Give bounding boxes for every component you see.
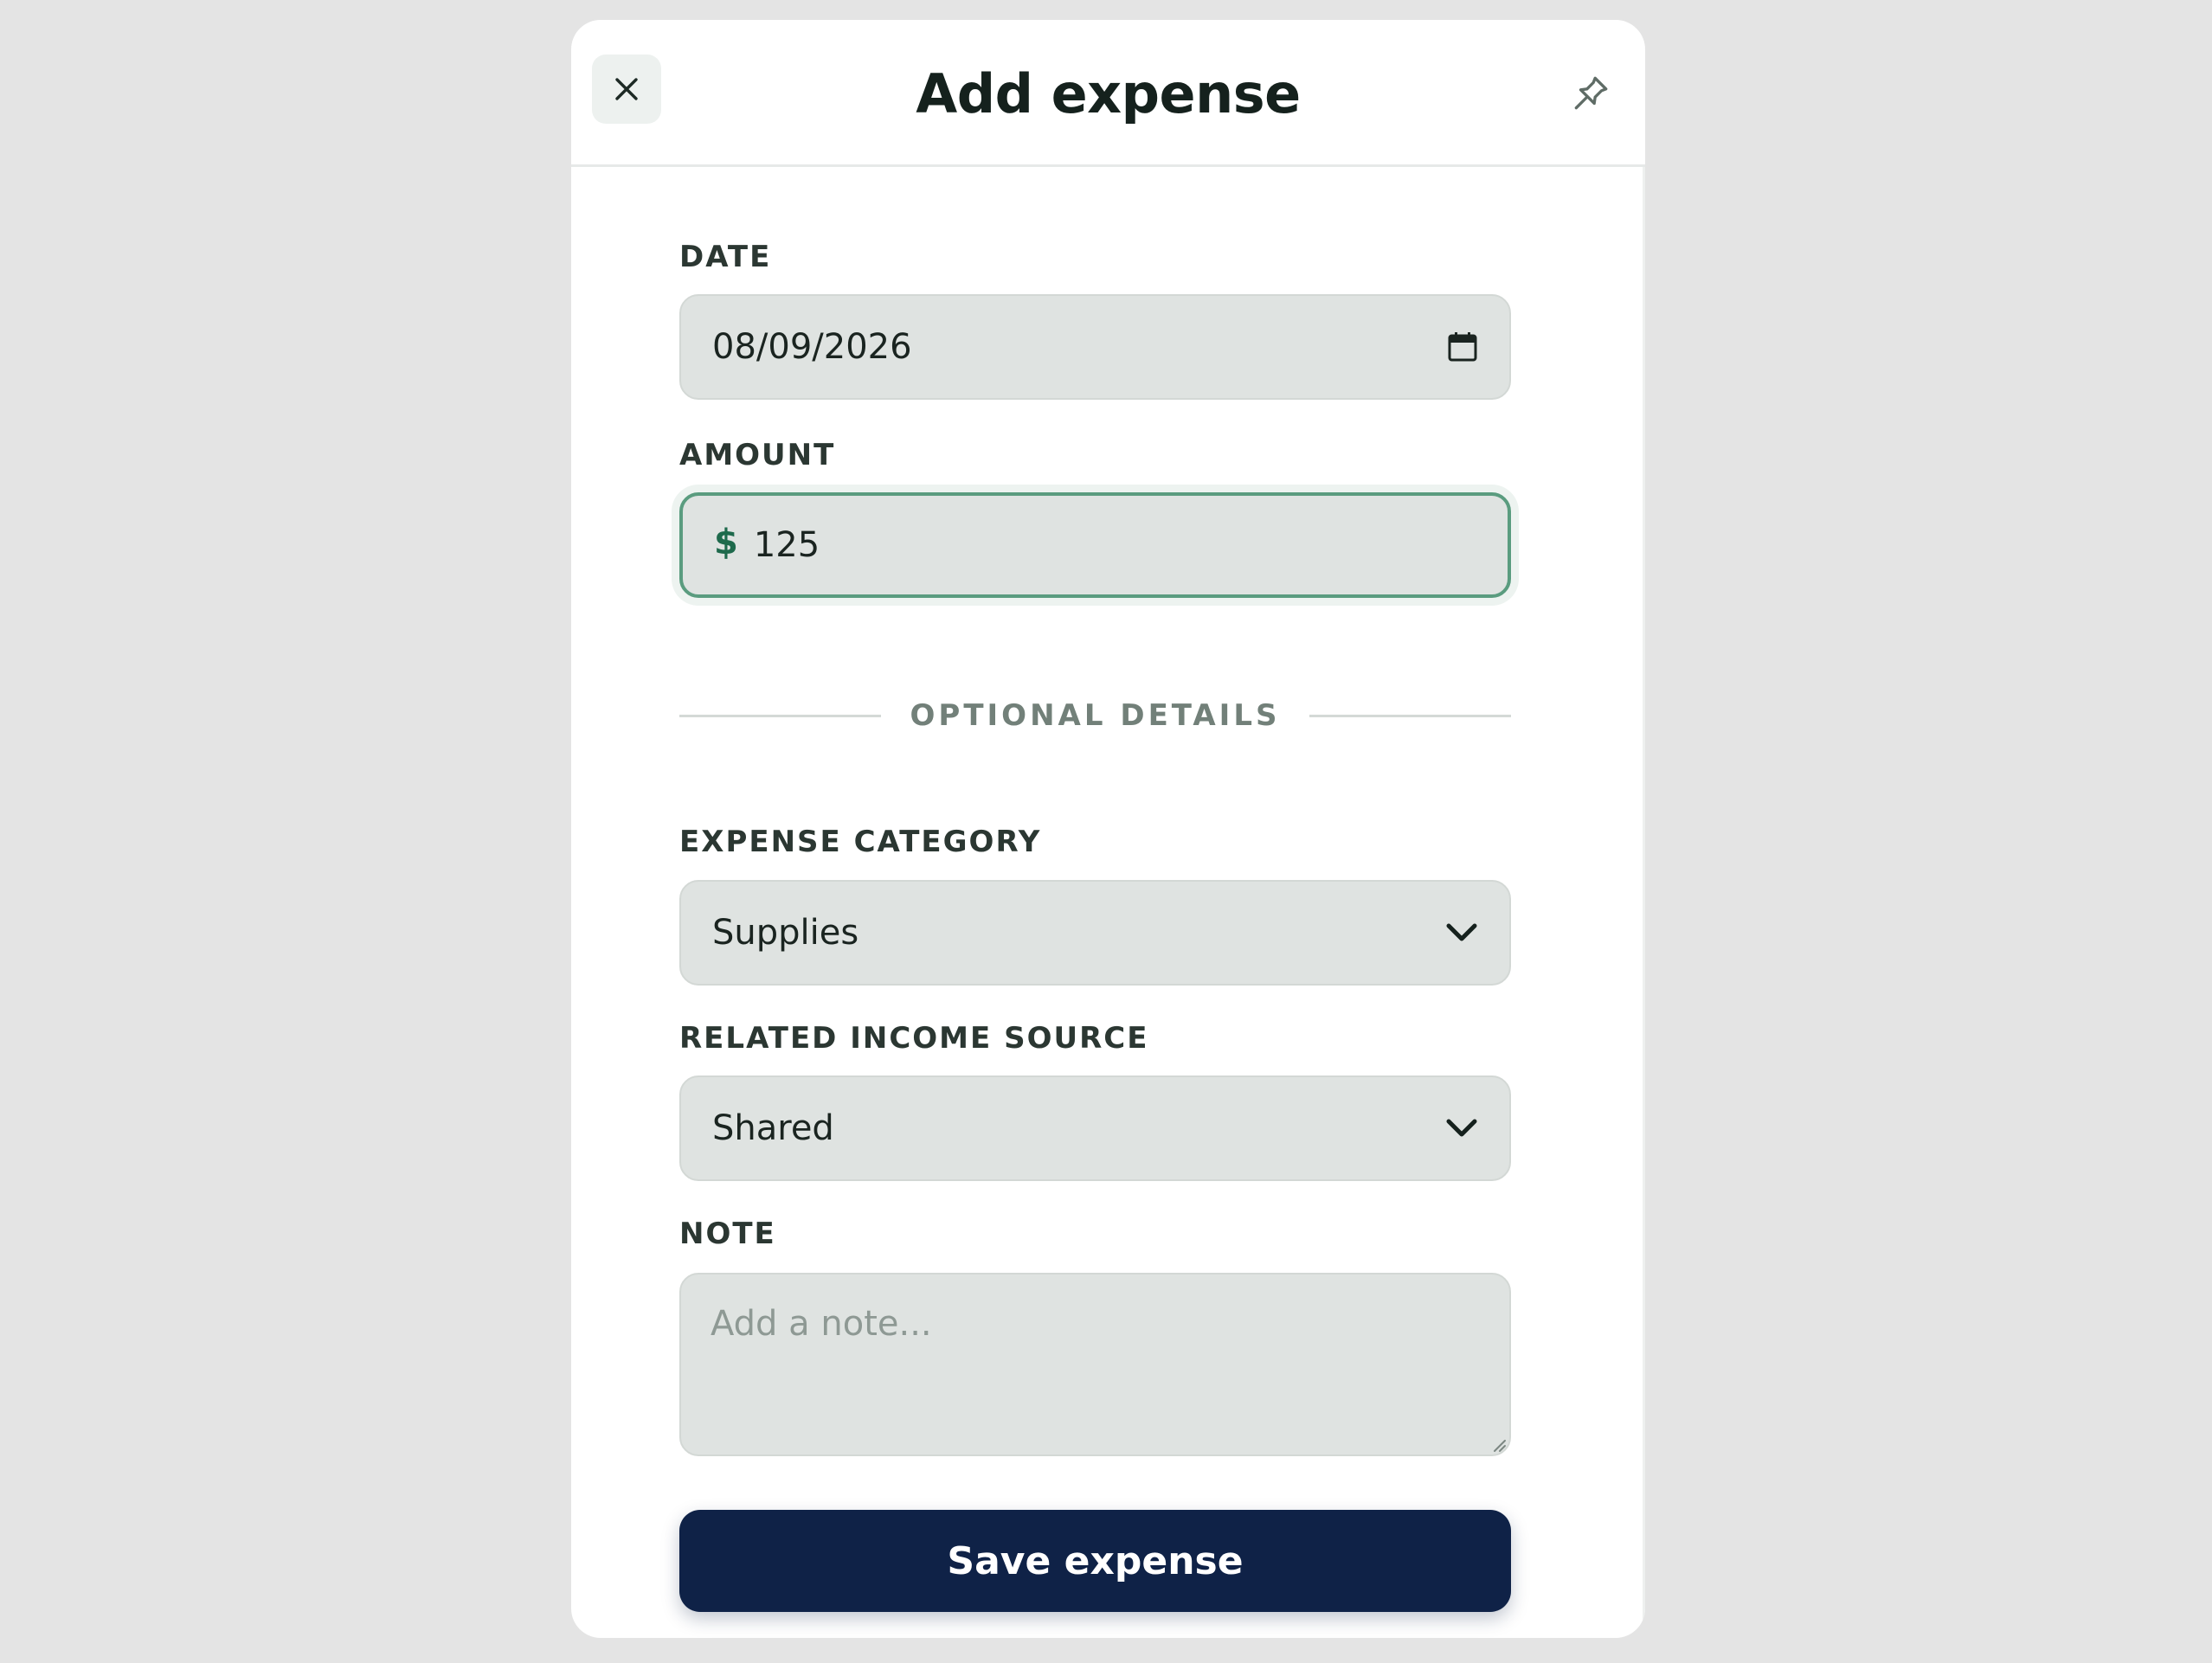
close-button[interactable] [592,55,661,124]
resize-handle-icon[interactable] [1491,1437,1507,1453]
related-income-source-select[interactable]: Shared [679,1075,1511,1181]
currency-symbol: $ [714,523,738,562]
note-textarea[interactable] [679,1273,1511,1456]
expense-category-label: EXPENSE CATEGORY [679,825,1042,859]
modal-title: Add expense [916,61,1301,125]
amount-label: AMOUNT [679,438,836,472]
divider-line-left [679,714,881,717]
expense-category-value: Supplies [712,913,859,953]
modal-header: Add expense [571,20,1645,167]
date-value: 08/09/2026 [712,327,912,367]
date-label: DATE [679,240,772,274]
pin-button[interactable] [1559,61,1623,125]
optional-details-divider: OPTIONAL DETAILS [679,697,1511,735]
expense-category-select[interactable]: Supplies [679,880,1511,986]
save-expense-button[interactable]: Save expense [679,1510,1511,1612]
chevron-down-icon [1445,1118,1478,1139]
amount-input[interactable]: $ 125 [679,492,1511,598]
related-income-source-label: RELATED INCOME SOURCE [679,1021,1149,1056]
chevron-down-icon [1445,922,1478,943]
scroll-edge [1643,167,1645,1638]
pin-icon [1569,72,1612,115]
date-input[interactable]: 08/09/2026 [679,294,1511,400]
amount-value: 125 [753,525,820,565]
calendar-icon[interactable] [1447,331,1478,363]
note-label: NOTE [679,1217,776,1251]
close-icon [614,76,640,102]
related-income-source-value: Shared [712,1108,834,1148]
add-expense-modal: Add expense DATE 08/09/2026 AMOUNT $ 125… [571,20,1645,1638]
optional-details-heading: OPTIONAL DETAILS [910,698,1281,733]
divider-line-right [1309,714,1511,717]
